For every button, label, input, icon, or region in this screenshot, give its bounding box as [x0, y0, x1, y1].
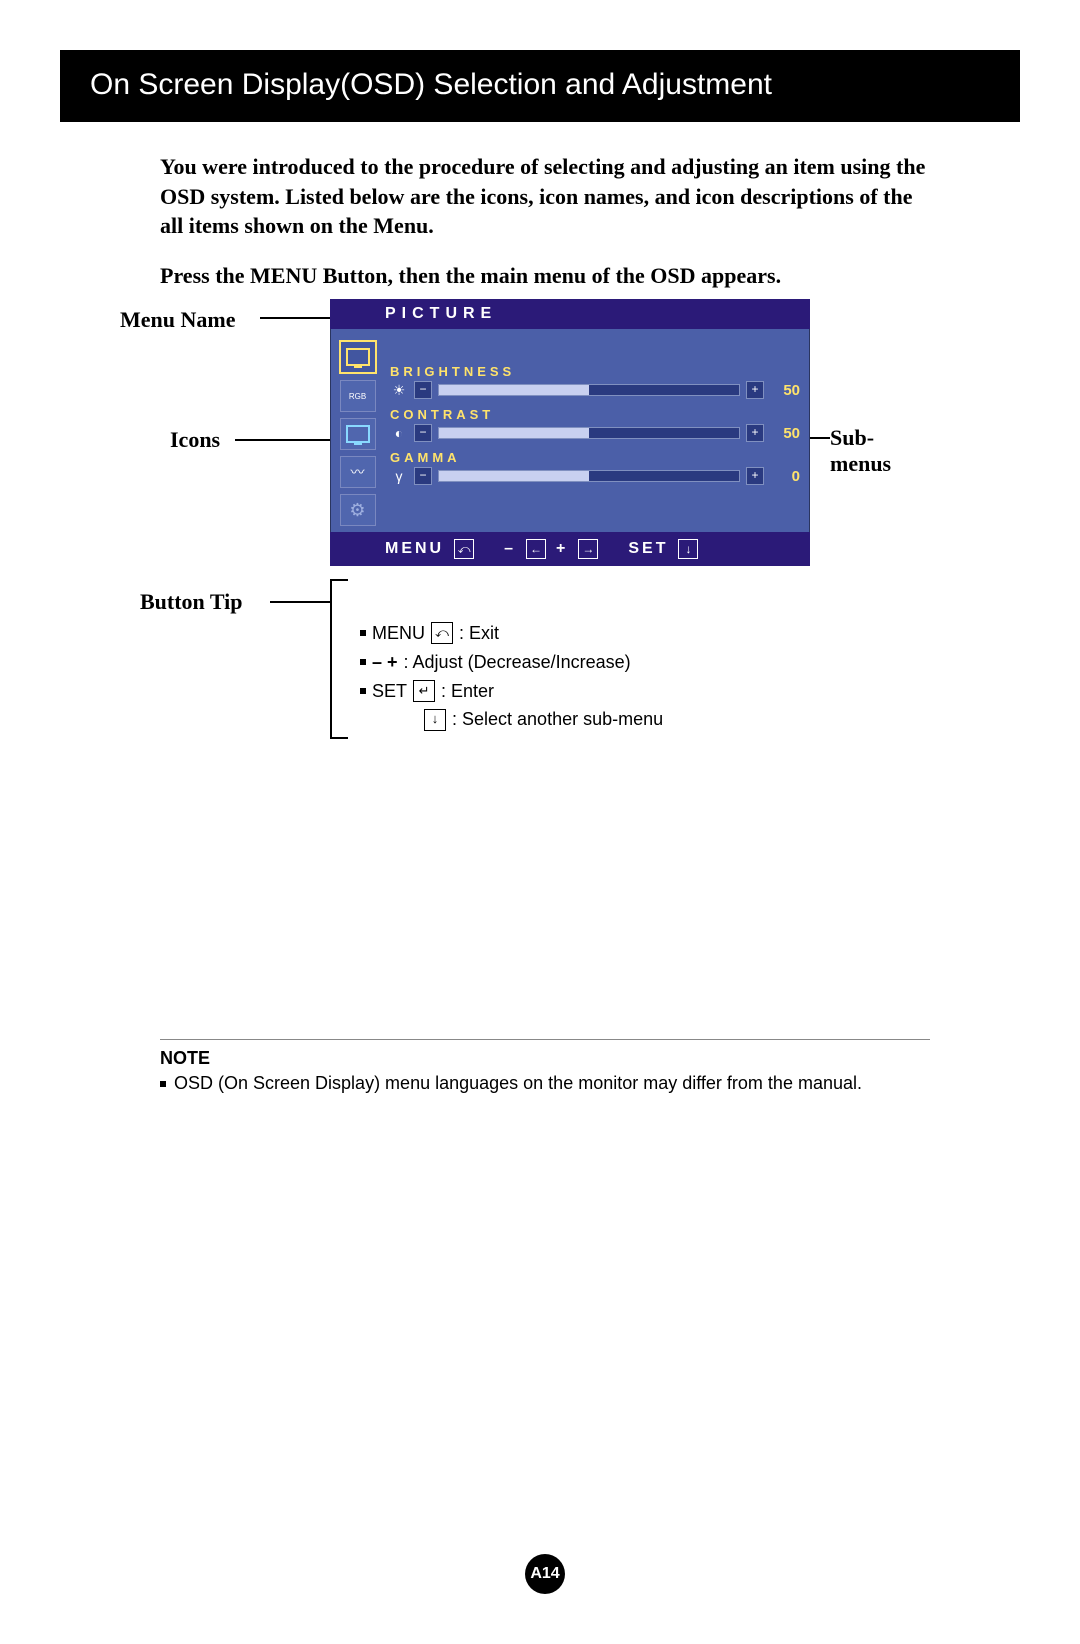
sub-brightness[interactable]: BRIGHTNESS ☀ − + 50	[390, 364, 800, 399]
intro-text: You were introduced to the procedure of …	[160, 152, 930, 241]
note-title: NOTE	[160, 1048, 930, 1069]
tip-key: SET	[372, 677, 407, 706]
label-sub-menus: Sub-menus	[830, 425, 930, 477]
label-icons: Icons	[170, 427, 220, 453]
gamma-icon: γ	[390, 468, 408, 484]
plus-button[interactable]: +	[746, 467, 764, 485]
gear-icon[interactable]: ⚙	[340, 494, 376, 526]
picture-icon[interactable]	[339, 340, 377, 374]
osd-icon-column: RGB 〰 ⚙	[330, 329, 385, 532]
page-number: A14	[525, 1554, 565, 1594]
footer-menu: MENU	[385, 540, 444, 558]
brightness-icon: ☀	[390, 382, 408, 399]
osd-footer: MENU ⤺ – ← + → SET ↓	[330, 532, 810, 566]
contrast-icon: ◐	[390, 425, 408, 441]
tip-row: – + : Adjust (Decrease/Increase)	[360, 648, 663, 677]
sub-value: 50	[770, 425, 800, 442]
enter-key-icon: ↵	[413, 680, 435, 702]
tip-desc: : Enter	[441, 677, 494, 706]
sub-label: CONTRAST	[390, 407, 800, 422]
page-title: On Screen Display(OSD) Selection and Adj…	[60, 50, 1020, 122]
osd-menu-title: PICTURE	[330, 299, 810, 329]
sub-contrast[interactable]: CONTRAST ◐ − + 50	[390, 407, 800, 442]
label-button-tip: Button Tip	[140, 589, 243, 615]
sub-label: BRIGHTNESS	[390, 364, 800, 379]
tip-key: – +	[372, 648, 398, 677]
footer-plus: +	[556, 540, 568, 558]
tip-desc: : Select another sub-menu	[452, 705, 663, 734]
exit-key-icon: ⤺	[431, 622, 453, 644]
tip-desc: : Exit	[459, 619, 499, 648]
osd-diagram: Menu Name Icons Sub-menus Button Tip PIC…	[160, 299, 930, 779]
tip-row: ↓ : Select another sub-menu	[424, 705, 663, 734]
rgb-icon[interactable]: RGB	[340, 380, 376, 412]
tip-row: MENU ⤺ : Exit	[360, 619, 663, 648]
osd-panel: PICTURE RGB 〰 ⚙ BRIGHTNESS ☀	[330, 299, 810, 566]
minus-button[interactable]: −	[414, 467, 432, 485]
osd-sub-panel: BRIGHTNESS ☀ − + 50 CONTRAST	[385, 329, 810, 532]
exit-icon: ⤺	[454, 539, 474, 559]
label-menu-name: Menu Name	[120, 307, 235, 333]
tip-row: SET ↵ : Enter	[360, 677, 663, 706]
right-icon: →	[578, 539, 598, 559]
sub-value: 0	[770, 468, 800, 485]
note-section: NOTE OSD (On Screen Display) menu langua…	[160, 1039, 930, 1094]
slider[interactable]	[438, 470, 740, 482]
slider[interactable]	[438, 384, 740, 396]
note-text: OSD (On Screen Display) menu languages o…	[174, 1073, 862, 1094]
sub-label: GAMMA	[390, 450, 800, 465]
left-icon: ←	[526, 539, 546, 559]
instruction-text: Press the MENU Button, then the main men…	[160, 263, 930, 289]
footer-set: SET	[628, 540, 668, 558]
minus-button[interactable]: −	[414, 424, 432, 442]
down-icon: ↓	[678, 539, 698, 559]
tip-desc: : Adjust (Decrease/Increase)	[404, 648, 631, 677]
footer-minus: –	[504, 540, 516, 558]
plus-button[interactable]: +	[746, 424, 764, 442]
sub-gamma[interactable]: GAMMA γ − + 0	[390, 450, 800, 485]
plus-button[interactable]: +	[746, 381, 764, 399]
tip-key: MENU	[372, 619, 425, 648]
screen-icon[interactable]	[340, 418, 376, 450]
wave-icon[interactable]: 〰	[340, 456, 376, 488]
button-tip-list: MENU ⤺ : Exit – + : Adjust (Decrease/Inc…	[360, 619, 663, 734]
down-key-icon: ↓	[424, 709, 446, 731]
sub-value: 50	[770, 382, 800, 399]
minus-button[interactable]: −	[414, 381, 432, 399]
slider[interactable]	[438, 427, 740, 439]
